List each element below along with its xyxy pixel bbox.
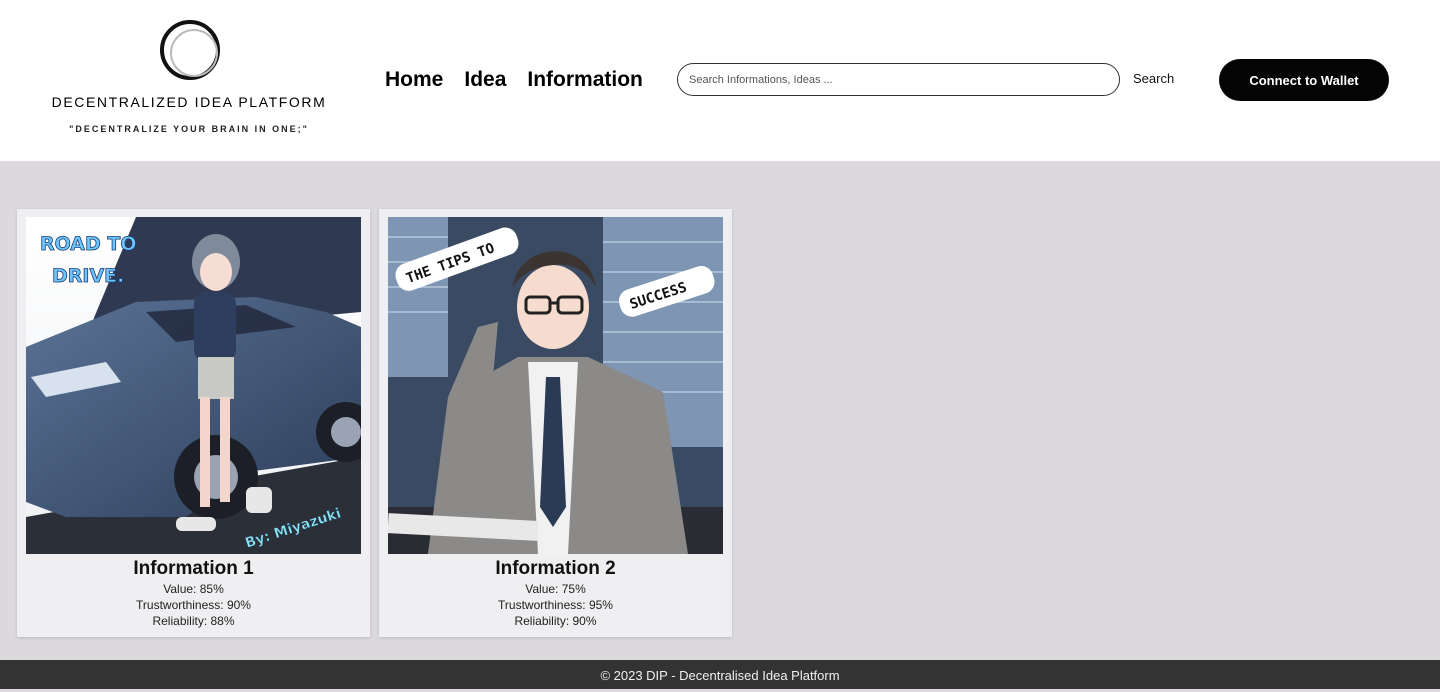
connect-wallet-button[interactable]: Connect to Wallet [1219, 59, 1389, 101]
search-button[interactable]: Search [1133, 71, 1174, 86]
svg-text:DRIVE.: DRIVE. [52, 265, 124, 287]
site-logo[interactable]: DECENTRALIZED IDEA PLATFORM "DECENTRALIZ… [18, 18, 360, 143]
information-card-1[interactable]: ROAD TO DRIVE. By: Miyazuki Information … [17, 209, 370, 637]
card-title: Information 2 [495, 558, 616, 579]
information-card-2[interactable]: THE TIPS TO SUCCESS Information 2 Value:… [379, 209, 732, 637]
main-nav: Home Idea Information [385, 66, 643, 94]
svg-text:ROAD TO: ROAD TO [40, 233, 136, 255]
nav-idea-link[interactable]: Idea [464, 66, 506, 94]
nav-information-link[interactable]: Information [527, 66, 643, 94]
card-reliability: Reliability: 88% [152, 614, 235, 628]
anime-girl-car-illustration-icon: ROAD TO DRIVE. By: Miyazuki [26, 217, 361, 554]
card-image-road-to-drive: ROAD TO DRIVE. By: Miyazuki [26, 217, 361, 554]
card-value: Value: 85% [163, 582, 224, 596]
card-title: Information 1 [133, 558, 254, 579]
anime-businessman-illustration-icon: THE TIPS TO SUCCESS [388, 217, 723, 554]
search-input[interactable] [677, 63, 1120, 96]
logo-title: DECENTRALIZED IDEA PLATFORM [51, 94, 327, 110]
card-reliability: Reliability: 90% [514, 614, 597, 628]
card-trustworthiness: Trustworthiness: 90% [136, 598, 251, 612]
logo-ring-icon [160, 20, 220, 80]
footer-copyright: © 2023 DIP - Decentralised Idea Platform [600, 668, 840, 683]
nav-home-link[interactable]: Home [385, 66, 443, 94]
card-value: Value: 75% [525, 582, 586, 596]
card-image-tips-to-success: THE TIPS TO SUCCESS [388, 217, 723, 554]
card-trustworthiness: Trustworthiness: 95% [498, 598, 613, 612]
site-footer: © 2023 DIP - Decentralised Idea Platform [0, 660, 1440, 689]
site-header: DECENTRALIZED IDEA PLATFORM "DECENTRALIZ… [0, 0, 1440, 161]
logo-tagline: "DECENTRALIZE YOUR BRAIN IN ONE;" [69, 124, 309, 134]
